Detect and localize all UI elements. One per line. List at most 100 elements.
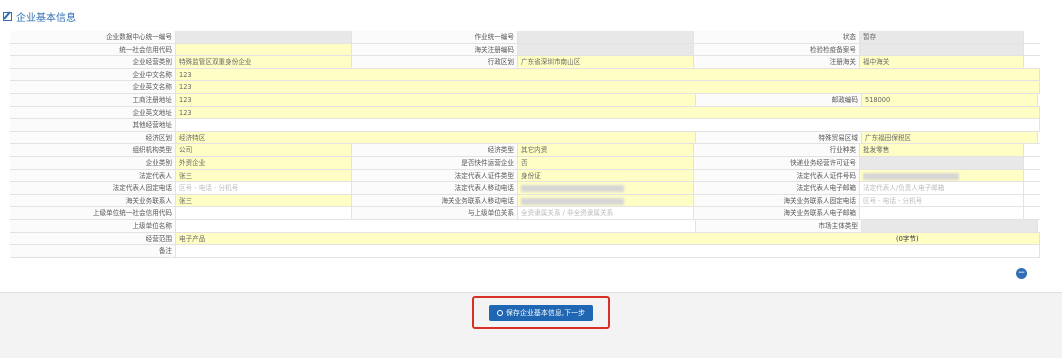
field-label: 法定代表人移动电话 (352, 182, 518, 194)
field-value[interactable] (860, 43, 1024, 56)
field-value[interactable]: 否 (518, 156, 694, 169)
field-value[interactable] (860, 169, 1024, 182)
field-value[interactable] (860, 207, 1024, 219)
save-next-label: 保存企业基本信息,下一步 (505, 308, 586, 317)
field-label: 海关业务联系人移动电话 (352, 194, 518, 207)
field-value[interactable]: 法定代表人/负责人电子邮箱 (860, 182, 1024, 194)
field-label: 行政区划 (352, 56, 518, 68)
edit-icon (3, 11, 12, 21)
field-value[interactable] (518, 43, 694, 56)
form-row: 企业数据中心统一编号 作业统一编号 状态 暂存 (10, 31, 1040, 44)
section-title: 企业基本信息 (16, 12, 76, 24)
field-text: 区号 - 电话 - 分机号 (863, 196, 923, 205)
field-value[interactable]: 特殊监管区双重身份企业 (176, 56, 352, 68)
field-value[interactable] (176, 31, 352, 43)
field-value[interactable] (176, 119, 1040, 131)
field-label: 作业统一编号 (352, 31, 518, 43)
redacted-value (521, 185, 625, 193)
field-text: 123 (179, 108, 192, 117)
field-value[interactable]: 张三 (176, 169, 352, 182)
field-value[interactable]: 张三 (176, 194, 352, 207)
field-value[interactable]: 外资企业 (176, 156, 352, 169)
field-value[interactable]: 全资隶属关系 / 非全资隶属关系 (518, 207, 694, 219)
field-value[interactable] (518, 31, 694, 43)
field-value[interactable]: 123 (176, 68, 1040, 81)
field-value[interactable] (176, 207, 352, 219)
form-row: 备注 (10, 245, 1040, 258)
form-row: 上级单位统一社会信用代码 与上级单位关系 全资隶属关系 / 非全资隶属关系 海关业务联… (10, 207, 1040, 220)
field-label: 企业类别 (10, 156, 176, 169)
field-label: 法定代表人证件号码 (694, 169, 860, 182)
field-text: 经济特区 (179, 133, 206, 142)
field-label: 组织机构类型 (10, 144, 176, 156)
field-value[interactable]: 123 (176, 106, 1040, 119)
field-value[interactable]: 电子产品 (0字节) (176, 232, 1040, 245)
field-label: 注册海关 (694, 56, 860, 68)
field-label: 法定代表人证件类型 (352, 169, 518, 182)
field-label: 法定代表人固定电话 (10, 182, 176, 194)
field-value[interactable]: 福中海关 (860, 56, 1024, 68)
field-value[interactable]: 区号 - 电话 - 分机号 (176, 182, 352, 194)
field-value[interactable]: 区号 - 电话 - 分机号 (860, 194, 1024, 207)
field-label: 海关业务联系人 (10, 194, 176, 207)
form-row: 工商注册地址 123 邮政编码 518000 (10, 93, 1040, 107)
field-label: 企业中文名称 (10, 68, 176, 81)
field-label: 与上级单位关系 (352, 207, 518, 219)
field-value[interactable] (860, 156, 1024, 169)
field-value[interactable]: 公司 (176, 144, 352, 156)
field-value[interactable]: 暂存 (860, 31, 1024, 43)
field-label: 企业英文名称 (10, 81, 176, 93)
field-value[interactable]: 广东省深圳市南山区 (518, 56, 694, 68)
form-row: 统一社会信用代码 海关注册编码 检验检疫备案号 (10, 43, 1040, 57)
byte-count: (0字节) (896, 234, 919, 243)
field-label: 快递业务经营许可证号 (694, 156, 860, 169)
field-text: 区号 - 电话 - 分机号 (179, 184, 239, 193)
field-text: 张三 (179, 171, 193, 180)
redacted-value (521, 197, 625, 205)
section-header: 企业基本信息 (3, 8, 76, 24)
field-label: 法定代表人电子邮箱 (694, 182, 860, 194)
field-value[interactable] (518, 194, 694, 207)
field-value[interactable] (176, 43, 352, 56)
field-label: 经营范围 (10, 232, 176, 245)
field-text: 123 (179, 70, 192, 79)
form-row: 经营范围 电子产品 (0字节) (10, 232, 1040, 246)
form-row: 海关业务联系人 张三 海关业务联系人移动电话 海关业务联系人固定电话 区号 - 电话 -… (10, 194, 1040, 208)
save-next-button[interactable]: 保存企业基本信息,下一步 (488, 304, 594, 321)
field-text: 广东福田保税区 (865, 133, 912, 142)
field-value[interactable]: 123 (176, 93, 696, 106)
field-text: 123 (179, 95, 192, 104)
field-text: 批发零售 (863, 146, 890, 155)
form-row: 企业经营类别 特殊监管区双重身份企业 行政区划 广东省深圳市南山区 注册海关 福中海关 (10, 56, 1040, 69)
field-label: 海关业务联系人电子邮箱 (694, 207, 860, 219)
field-label: 企业英文地址 (10, 106, 176, 119)
field-text: 法定代表人/负责人电子邮箱 (863, 184, 945, 193)
field-text: 张三 (179, 196, 193, 205)
field-value[interactable]: 经济特区 (176, 131, 696, 144)
field-text: 公司 (179, 146, 193, 155)
collapse-icon[interactable]: − (1016, 268, 1027, 279)
field-label: 上级单位统一社会信用代码 (10, 207, 176, 219)
field-text: 广东省深圳市南山区 (521, 58, 581, 67)
field-text: 身份证 (521, 171, 541, 180)
field-value[interactable] (176, 245, 1040, 257)
field-value[interactable] (176, 219, 696, 232)
field-value[interactable] (862, 219, 1038, 232)
field-text: 其它内资 (521, 146, 548, 155)
field-label: 统一社会信用代码 (10, 43, 176, 56)
field-text: 福中海关 (863, 58, 890, 67)
save-button-highlight: 保存企业基本信息,下一步 (472, 296, 610, 329)
field-value[interactable]: 身份证 (518, 169, 694, 182)
field-value[interactable]: 其它内资 (518, 144, 694, 156)
field-value[interactable]: 广东福田保税区 (862, 131, 1038, 144)
field-label: 备注 (10, 245, 176, 257)
field-label: 企业数据中心统一编号 (10, 31, 176, 43)
form-row: 法定代表人固定电话 区号 - 电话 - 分机号 法定代表人移动电话 法定代表人电子邮箱… (10, 182, 1040, 195)
field-value[interactable]: 批发零售 (860, 144, 1024, 156)
field-text: 全资隶属关系 / 非全资隶属关系 (521, 209, 614, 218)
field-label: 海关业务联系人固定电话 (694, 194, 860, 207)
field-value[interactable]: 123 (176, 81, 1040, 93)
field-text: 518000 (865, 95, 891, 104)
field-value[interactable]: 518000 (862, 93, 1038, 106)
field-value[interactable] (518, 182, 694, 194)
